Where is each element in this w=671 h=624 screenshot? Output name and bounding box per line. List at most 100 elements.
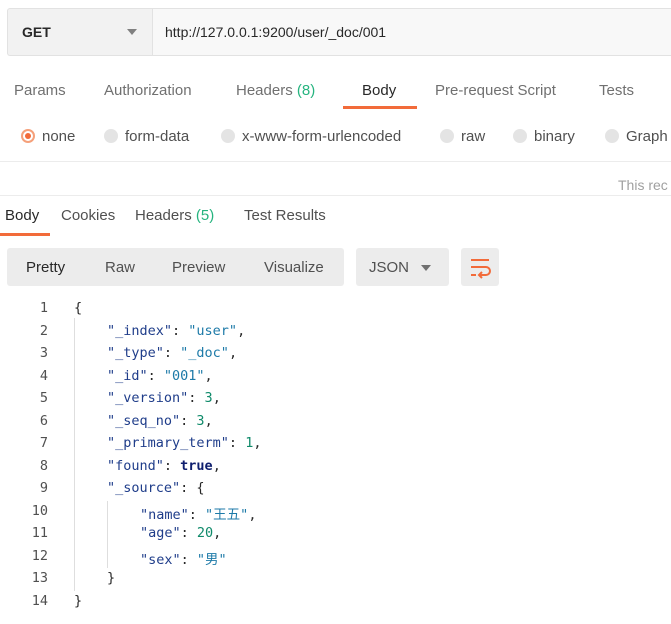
- radio-label-graphql[interactable]: Graph: [626, 128, 668, 145]
- json-trailing-punctuation: ,: [212, 457, 221, 474]
- radio-label-form-data[interactable]: form-data: [125, 128, 189, 145]
- json-key: "_version": [107, 390, 189, 406]
- line-number: 8: [39, 457, 48, 474]
- radio-form-data[interactable]: [104, 129, 118, 143]
- indent-guide: [107, 500, 108, 568]
- chevron-down-icon[interactable]: [127, 29, 137, 35]
- json-brace: }: [107, 570, 116, 586]
- code-line: "_version": 3,: [107, 390, 221, 406]
- code-line: "_primary_term": 1,: [107, 435, 262, 451]
- line-number: 1: [39, 300, 48, 316]
- divider: [0, 161, 671, 162]
- radio-none[interactable]: [21, 129, 35, 143]
- line-number: 13: [31, 570, 48, 586]
- tab-label: Tests: [599, 82, 635, 99]
- json-value: 3: [196, 412, 205, 429]
- code-line: "found": true,: [107, 457, 221, 474]
- radio-raw[interactable]: [440, 129, 454, 143]
- method-label: GET: [22, 24, 51, 40]
- code-line: }: [107, 570, 115, 586]
- tab-label: Headers: [135, 207, 192, 224]
- json-key: "_source": [107, 480, 181, 496]
- divider: [0, 195, 671, 196]
- code-line: "_seq_no": 3,: [107, 412, 213, 429]
- wrap-lines-button[interactable]: [461, 248, 499, 286]
- line-number: 9: [39, 480, 48, 496]
- json-value: "_doc": [180, 345, 229, 361]
- json-value: 3: [204, 390, 213, 406]
- url-text[interactable]: http://127.0.0.1:9200/user/_doc/001: [165, 24, 386, 40]
- code-line: "name": "王五",: [140, 506, 257, 523]
- tab-authorization[interactable]: Authorization: [104, 82, 192, 99]
- code-line: {: [74, 300, 82, 316]
- tab-label: Test Results: [244, 207, 326, 224]
- tab-body[interactable]: Body: [362, 82, 396, 99]
- json-value: true: [180, 457, 213, 474]
- response-tab-cookies[interactable]: Cookies: [61, 207, 115, 224]
- tab-label: Authorization: [104, 82, 192, 99]
- json-value: "王五": [205, 506, 249, 523]
- response-tab-headers[interactable]: Headers (5): [135, 207, 214, 224]
- tab-label: Body: [362, 82, 397, 99]
- view-visualize-button[interactable]: Visualize: [264, 259, 324, 276]
- active-tab-indicator: [0, 233, 50, 236]
- chevron-down-icon[interactable]: [421, 265, 431, 271]
- line-number: 12: [31, 547, 48, 564]
- radio-label-raw[interactable]: raw: [461, 128, 485, 145]
- radio-label-binary[interactable]: binary: [534, 128, 575, 145]
- headers-count-badge: (8): [296, 82, 316, 99]
- radio-binary[interactable]: [513, 129, 527, 143]
- json-key: "_seq_no": [107, 412, 181, 429]
- json-value: "user": [188, 322, 238, 339]
- json-value: 20: [196, 525, 214, 541]
- line-number: 3: [39, 345, 48, 361]
- json-key: "_id": [107, 367, 148, 384]
- json-value: "男": [196, 551, 227, 568]
- headers-count-badge: (5): [195, 207, 215, 224]
- code-line: "_id": "001",: [107, 367, 213, 384]
- line-number: 10: [31, 502, 48, 519]
- view-raw-button[interactable]: Raw: [105, 259, 135, 276]
- json-key: "_primary_term": [107, 435, 229, 451]
- tab-label: Params: [14, 82, 66, 99]
- radio-label-urlencoded[interactable]: x-www-form-urlencoded: [242, 128, 401, 145]
- radio-label-none[interactable]: none: [42, 128, 75, 145]
- tab-headers[interactable]: Headers (8): [236, 82, 315, 99]
- code-line: "age": 20,: [140, 525, 222, 541]
- radio-x-www-form-urlencoded[interactable]: [221, 129, 235, 143]
- json-value: {: [196, 480, 205, 496]
- json-key: "_type": [107, 345, 164, 361]
- json-value: "001": [163, 367, 205, 384]
- json-trailing-punctuation: ,: [237, 322, 246, 339]
- tab-label: Headers: [236, 82, 293, 99]
- response-tab-test-results[interactable]: Test Results: [244, 207, 326, 224]
- json-key: "found": [107, 457, 164, 474]
- line-number: 11: [31, 525, 48, 541]
- tab-label: Cookies: [61, 207, 116, 224]
- tab-pre-request-script[interactable]: Pre-request Script: [435, 82, 556, 99]
- json-trailing-punctuation: ,: [212, 390, 221, 406]
- tab-label: Body: [5, 207, 40, 224]
- json-trailing-punctuation: ,: [248, 506, 257, 523]
- json-trailing-punctuation: ,: [204, 412, 213, 429]
- view-preview-button[interactable]: Preview: [172, 259, 225, 276]
- response-tab-body[interactable]: Body: [5, 207, 39, 224]
- tab-label: Pre-request Script: [435, 82, 556, 99]
- radio-graphql[interactable]: [605, 129, 619, 143]
- body-hint-text: This rec: [618, 177, 668, 193]
- code-line: "sex": "男": [140, 551, 227, 568]
- line-number: 6: [39, 412, 48, 429]
- json-trailing-punctuation: ,: [253, 435, 262, 451]
- json-trailing-punctuation: ,: [228, 345, 238, 361]
- line-number: 14: [31, 592, 48, 609]
- code-line: }: [74, 593, 82, 609]
- view-pretty-button[interactable]: Pretty: [26, 259, 65, 276]
- wrap-lines-icon: [471, 259, 491, 279]
- json-brace: {: [74, 300, 83, 316]
- code-line: "_source": {: [107, 480, 205, 496]
- code-line: "_index": "user",: [107, 322, 246, 339]
- code-line: "_type": "_doc",: [107, 345, 238, 361]
- tab-params[interactable]: Params: [14, 82, 66, 99]
- tab-tests[interactable]: Tests: [599, 82, 634, 99]
- line-number: 4: [39, 367, 48, 384]
